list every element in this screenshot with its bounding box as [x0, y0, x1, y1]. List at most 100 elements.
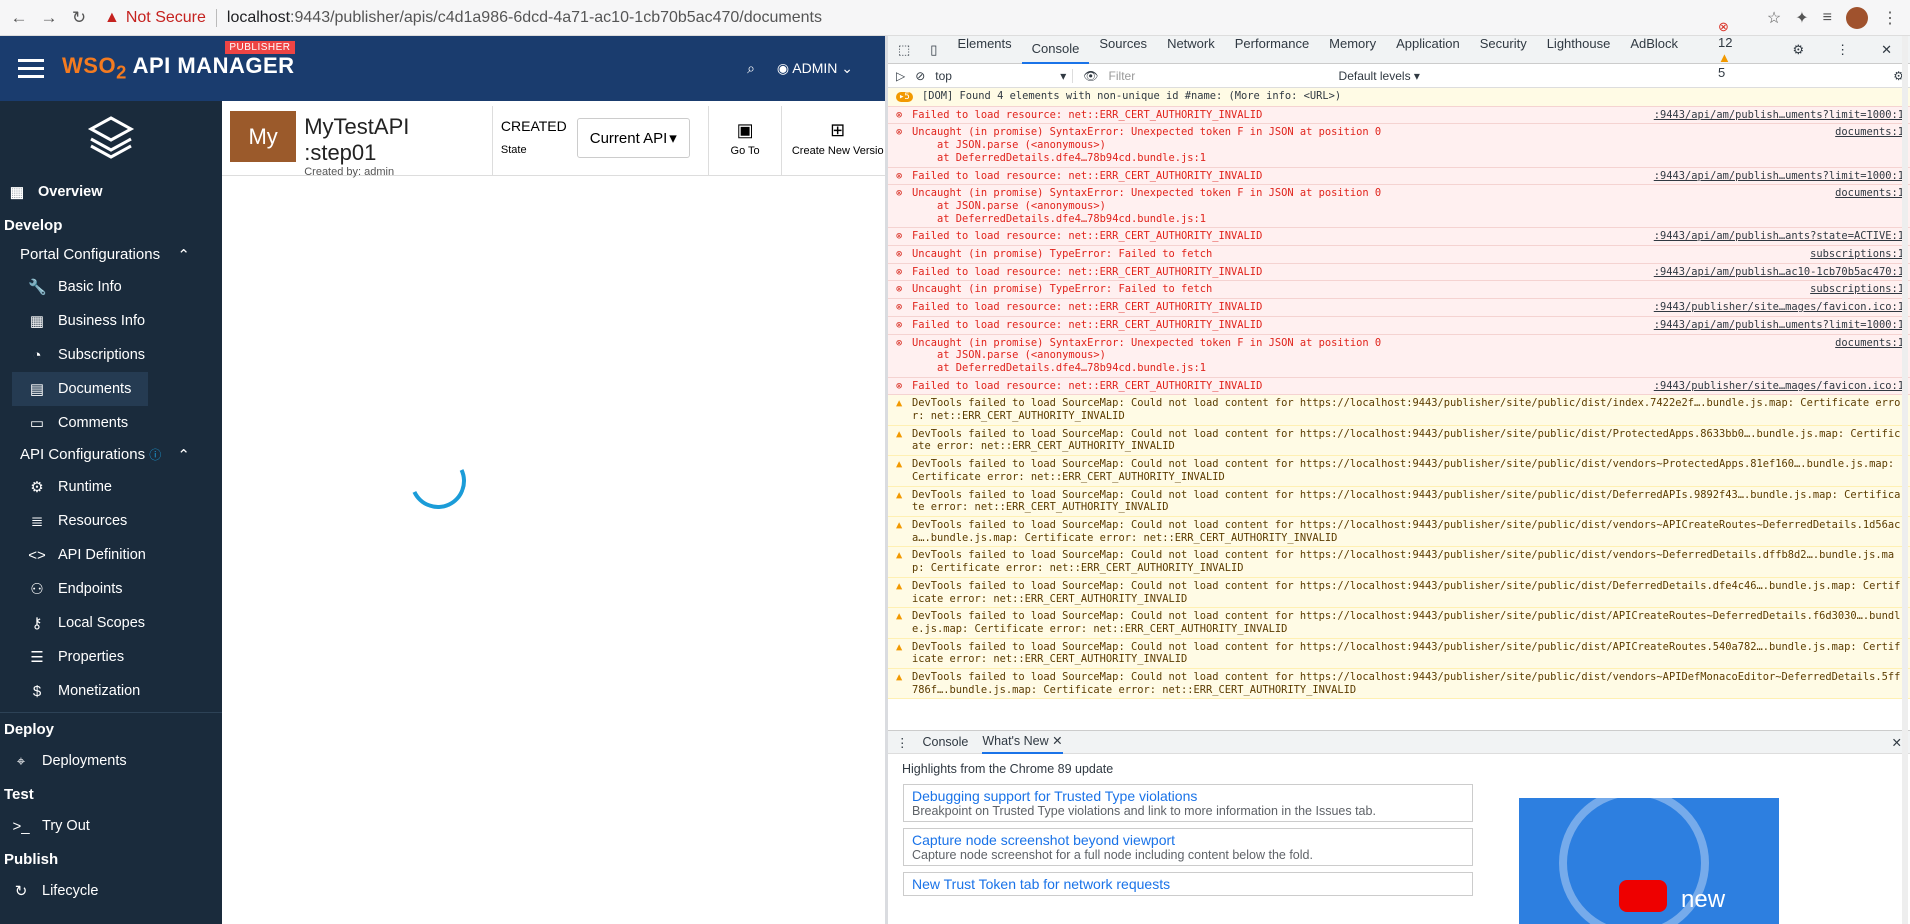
- tab-lighthouse[interactable]: Lighthouse: [1537, 36, 1621, 64]
- info-badge[interactable]: ▸5: [896, 90, 913, 104]
- sidebar-item-endpoints[interactable]: ⚇ Endpoints: [0, 572, 222, 606]
- comments-icon: ▭: [29, 415, 45, 432]
- card-title-link[interactable]: New Trust Token tab for network requests: [912, 876, 1464, 892]
- hamburger-icon[interactable]: [18, 54, 44, 83]
- card-title-link[interactable]: Capture node screenshot beyond viewport: [912, 832, 1464, 848]
- devtools-tabs: ⬚ ▯ Elements Console Sources Network Perform…: [888, 19, 1910, 80]
- context-select[interactable]: top ▾: [935, 68, 1074, 83]
- sidebar-item-try-out[interactable]: >_ Try Out: [0, 809, 222, 843]
- console-source-link[interactable]: :9443/publisher/site…mages/favicon.ico:1: [1644, 380, 1904, 393]
- console-error-line: ⊗ Uncaught (in promise) TypeError: Failed…: [888, 246, 1910, 264]
- back-icon[interactable]: ←: [8, 8, 30, 28]
- tab-security[interactable]: Security: [1470, 36, 1537, 64]
- error-icon: ⊗: [896, 108, 903, 121]
- whats-new-card[interactable]: Capture node screenshot beyond viewport C…: [903, 828, 1473, 866]
- console-source-link[interactable]: subscriptions:1: [1800, 248, 1904, 261]
- warning-icon: ▲: [104, 8, 120, 26]
- close-icon[interactable]: ✕: [1871, 42, 1902, 58]
- business-icon: ▦: [29, 313, 45, 330]
- sidebar-item-overview[interactable]: ▦ Overview: [0, 175, 222, 209]
- go-to-button[interactable]: ▣ Go To: [717, 120, 774, 175]
- brand-logo[interactable]: PUBLISHER WSO2 API MANAGER: [62, 41, 295, 83]
- sidebar-item-api-definition[interactable]: <> API Definition: [0, 538, 222, 572]
- scrollbar[interactable]: [1902, 36, 1908, 924]
- console-source-link[interactable]: :9443/api/am/publish…uments?limit=1000:1: [1644, 319, 1904, 332]
- console-source-link[interactable]: :9443/api/am/publish…ac10-1cb70b5ac470:1: [1644, 266, 1904, 279]
- issues-counter[interactable]: ⊗ 12 ▲ 5: [1698, 19, 1770, 80]
- code-icon: <>: [28, 546, 46, 564]
- tab-performance[interactable]: Performance: [1225, 36, 1319, 64]
- sidebar-item-label: Resources: [58, 513, 128, 529]
- console-warning-line: ▲ DevTools failed to load SourceMap: Coul…: [888, 395, 1910, 426]
- console-source-link[interactable]: subscriptions:1: [1800, 283, 1904, 296]
- console-source-link[interactable]: :9443/api/am/publish…uments?limit=1000:1: [1644, 170, 1904, 183]
- tab-memory[interactable]: Memory: [1319, 36, 1386, 64]
- console-source-link[interactable]: documents:1: [1825, 337, 1904, 375]
- sidebar-item-subscriptions[interactable]: ◔ Subscriptions: [0, 338, 222, 372]
- tab-console[interactable]: Console: [1021, 36, 1090, 64]
- card-title-link[interactable]: Debugging support for Trusted Type viola…: [912, 788, 1464, 804]
- security-indicator[interactable]: ▲ Not Secure: [104, 9, 206, 27]
- tab-network[interactable]: Network: [1157, 36, 1225, 64]
- tab-elements[interactable]: Elements: [947, 36, 1021, 64]
- eye-icon[interactable]: 👁: [1083, 69, 1098, 83]
- promo-video[interactable]: new: [1519, 798, 1779, 924]
- console-source-link[interactable]: documents:1: [1825, 187, 1904, 225]
- sidebar-item-runtime[interactable]: ⚙ Runtime: [0, 470, 222, 504]
- sidebar-toggle-icon[interactable]: ▷: [896, 69, 905, 83]
- device-toolbar-icon[interactable]: ▯: [920, 42, 947, 58]
- reload-icon[interactable]: ↻: [68, 8, 90, 28]
- more-icon[interactable]: ⋮: [1826, 42, 1859, 58]
- warning-icon: ▲: [896, 518, 903, 531]
- card-description: Breakpoint on Trusted Type violations an…: [912, 804, 1376, 818]
- console-source-link[interactable]: :9443/publisher/site…mages/favicon.ico:1: [1644, 301, 1904, 314]
- sidebar-item-label: Endpoints: [58, 581, 123, 597]
- brand-name: API MANAGER: [132, 53, 295, 79]
- version-select[interactable]: Current API ▾: [576, 118, 690, 158]
- create-new-version-button[interactable]: ⊞ Create New Versio: [790, 120, 885, 175]
- console-error-line: ⊗ Failed to load resource: net::ERR_CERT_…: [888, 228, 1910, 247]
- drawer-tabs: ⋮ Console What's New ✕ ✕: [888, 730, 1910, 754]
- drawer-tab-whats-new[interactable]: What's New ✕: [982, 730, 1063, 754]
- info-icon[interactable]: ⓘ: [149, 448, 161, 462]
- portal-configurations-toggle[interactable]: Portal Configurations ⌃: [0, 240, 222, 270]
- sidebar-item-lifecycle[interactable]: ↻ Lifecycle: [0, 874, 222, 908]
- filter-input[interactable]: Filter: [1109, 69, 1329, 83]
- layers-icon[interactable]: [0, 101, 222, 175]
- tab-adblock[interactable]: AdBlock: [1620, 36, 1688, 64]
- whats-new-card[interactable]: New Trust Token tab for network requests: [903, 872, 1473, 896]
- console-message-text: Uncaught (in promise) TypeError: Failed …: [912, 248, 1213, 261]
- sidebar-item-comments[interactable]: ▭ Comments: [0, 406, 222, 440]
- search-icon[interactable]: ⌕: [747, 60, 755, 77]
- api-configurations-toggle[interactable]: API Configurations ⓘ ⌃: [0, 440, 222, 470]
- tab-application[interactable]: Application: [1386, 36, 1470, 64]
- forward-icon[interactable]: →: [38, 8, 60, 28]
- gear-icon[interactable]: ⚙: [1782, 42, 1814, 58]
- console-source-link[interactable]: documents:1: [1825, 126, 1904, 164]
- drawer-tab-console[interactable]: Console: [923, 735, 969, 749]
- console-source-link[interactable]: :9443/api/am/publish…ants?state=ACTIVE:1: [1644, 230, 1904, 243]
- clear-console-icon[interactable]: ⊘: [915, 69, 925, 83]
- inspect-icon[interactable]: ⬚: [888, 42, 920, 58]
- console-source-link[interactable]: :9443/api/am/publish…uments?limit=1000:1: [1644, 109, 1904, 122]
- drawer-more-icon[interactable]: ⋮: [896, 735, 909, 750]
- sidebar-item-basic-info[interactable]: 🔧 Basic Info: [0, 270, 222, 304]
- sidebar-item-monetization[interactable]: $ Monetization: [0, 674, 222, 708]
- sidebar-item-resources[interactable]: ≣ Resources: [0, 504, 222, 538]
- levels-select[interactable]: Default levels ▾: [1339, 69, 1420, 83]
- url-input[interactable]: localhost:9443/publisher/apis/c4d1a986-6…: [227, 9, 822, 27]
- whats-new-card[interactable]: Debugging support for Trusted Type viola…: [903, 784, 1473, 822]
- tab-sources[interactable]: Sources: [1089, 36, 1157, 64]
- user-menu[interactable]: ◉ ADMIN ⌄: [777, 60, 853, 77]
- close-icon[interactable]: ✕: [1052, 734, 1062, 748]
- sidebar-item-deployments[interactable]: ⌖ Deployments: [0, 744, 222, 778]
- sidebar-item-business-info[interactable]: ▦ Business Info: [0, 304, 222, 338]
- sidebar-item-documents[interactable]: ▤ Documents: [12, 372, 148, 406]
- play-icon[interactable]: [1619, 880, 1667, 912]
- chevron-up-icon: ⌃: [177, 247, 190, 264]
- section-develop: Develop: [4, 217, 63, 234]
- sidebar-item-properties[interactable]: ☰ Properties: [0, 640, 222, 674]
- sidebar-item-local-scopes[interactable]: ⚷ Local Scopes: [0, 606, 222, 640]
- console-message-text: Uncaught (in promise) SyntaxError: Unexp…: [912, 187, 1382, 225]
- console-message-text: Failed to load resource: net::ERR_CERT_A…: [912, 265, 1263, 278]
